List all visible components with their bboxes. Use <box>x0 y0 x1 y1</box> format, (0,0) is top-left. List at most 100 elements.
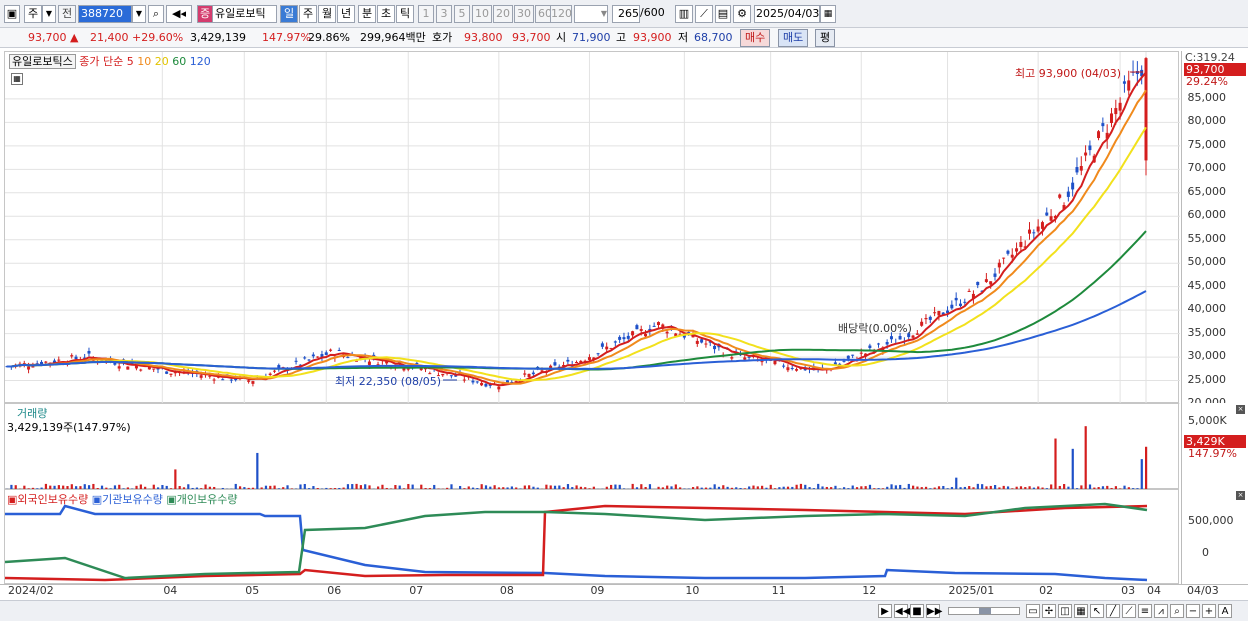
bottom-controls: ▶ ◀◀ ■ ▶▶ ▭ ✢ ◫ ▦ ↖ ╱ ⟋ ≡ ⩘ ⌕ − + A <box>0 600 1248 621</box>
line-icon[interactable]: ╱ <box>1106 604 1120 618</box>
period-day[interactable]: 일 <box>280 5 298 23</box>
candle-body <box>1006 250 1010 254</box>
candle-body <box>471 380 475 383</box>
ma10-line <box>7 89 1147 385</box>
period-year[interactable]: 년 <box>337 5 355 23</box>
candle-body <box>933 312 937 314</box>
quote-vol-pct: 147.97% <box>262 31 311 44</box>
candle-body <box>441 373 445 376</box>
date-input[interactable]: 2025/04/03 <box>754 5 820 23</box>
period-month[interactable]: 월 <box>318 5 336 23</box>
inst-line <box>5 504 1148 582</box>
candle-body <box>475 381 479 383</box>
num-5[interactable]: 5 <box>454 5 470 23</box>
prev-button[interactable]: 전 <box>58 5 76 23</box>
volume-bar <box>1054 438 1057 490</box>
rewind-icon[interactable]: ◀◀ <box>894 604 910 618</box>
candle-body <box>1088 145 1092 151</box>
toolbar: ▣ 주 ▼ 전 388720 ▼ ⌕ ◀◂ 증 유일로보틱 일 주 월 년 분 … <box>0 0 1248 28</box>
num-20[interactable]: 20 <box>493 5 513 23</box>
play-icon[interactable]: ▶ <box>878 604 892 618</box>
num-10[interactable]: 10 <box>472 5 492 23</box>
close-icon[interactable]: × <box>1236 491 1245 500</box>
candle-body <box>1114 108 1118 115</box>
candle-body <box>631 331 635 336</box>
holding-axis: 500,000 0 × <box>1181 489 1248 584</box>
period-week[interactable]: 주 <box>299 5 317 23</box>
candle-body <box>1015 248 1019 252</box>
candle-body <box>268 373 272 376</box>
num-120[interactable]: 120 <box>550 5 572 23</box>
volume-tick: 5,000K <box>1188 414 1227 427</box>
price-tick: 45,000 <box>1187 278 1227 292</box>
candle-body <box>152 368 156 370</box>
candle-body <box>889 336 893 340</box>
x-tick-label: 02 <box>1039 584 1054 597</box>
code-input[interactable]: 388720 <box>78 5 132 23</box>
code-dropdown-icon[interactable]: ▼ <box>132 5 146 23</box>
zoom-rect-icon[interactable]: ▭ <box>1026 604 1040 618</box>
price-chart-panel[interactable]: 유일로보틱스 종가 단순 5 10 20 60 120 ▦ 최고 93,900 … <box>4 51 1180 404</box>
stop-icon[interactable]: ■ <box>910 604 924 618</box>
cross-icon[interactable]: ✢ <box>1042 604 1056 618</box>
candle-type-icon[interactable]: ▥ <box>675 5 693 23</box>
candle-body <box>1040 222 1044 229</box>
scroll-slider[interactable] <box>948 607 1020 615</box>
eval-button[interactable]: 평 <box>815 29 836 47</box>
quote-change-pct: +29.60% <box>132 31 184 44</box>
speaker-icon[interactable]: ◀◂ <box>166 5 192 23</box>
candle-body <box>937 310 941 316</box>
quote-bar: 93,700 ▲ 21,400 +29.60% 3,429,139 147.97… <box>0 28 1248 48</box>
x-right-label: 04/03 <box>1187 584 1219 597</box>
candle-body <box>1058 194 1062 198</box>
fib-icon[interactable]: ≡ <box>1138 604 1152 618</box>
arrow-icon[interactable]: ↖ <box>1090 604 1104 618</box>
num-1[interactable]: 1 <box>418 5 434 23</box>
candle-body <box>251 381 255 384</box>
close-icon[interactable]: × <box>1236 405 1245 414</box>
table-icon[interactable]: ▦ <box>11 73 23 85</box>
forward-icon[interactable]: ▶▶ <box>926 604 942 618</box>
num-30[interactable]: 30 <box>514 5 534 23</box>
x-tick-label: 2025/01 <box>948 584 995 597</box>
market-dropdown-icon[interactable]: ▼ <box>42 5 56 23</box>
count-input[interactable]: 265 <box>612 5 640 23</box>
candle-body <box>74 356 78 360</box>
x-tick-label: 06 <box>327 584 342 597</box>
num-3[interactable]: 3 <box>436 5 452 23</box>
count-total: /600 <box>640 6 665 19</box>
candle-body <box>1097 131 1101 139</box>
candle-body <box>566 359 570 362</box>
period-minute[interactable]: 분 <box>358 5 376 23</box>
volume-chart-svg <box>6 426 1148 490</box>
indicator-icon[interactable]: ⟋ <box>695 5 713 23</box>
market-select[interactable]: 주 <box>24 5 42 23</box>
trend-icon[interactable]: ⟋ <box>1122 604 1136 618</box>
custom-period-select[interactable]: ▼ <box>574 5 608 23</box>
window-icon[interactable]: ▣ <box>4 5 20 23</box>
quote-low: 68,700 <box>694 31 733 44</box>
grid-icon[interactable]: ▦ <box>1074 604 1088 618</box>
zoom-in-icon[interactable]: + <box>1202 604 1216 618</box>
fan-icon[interactable]: ⩘ <box>1154 604 1168 618</box>
zoom-icon[interactable]: ⌕ <box>1170 604 1184 618</box>
font-icon[interactable]: A <box>1218 604 1232 618</box>
buy-button[interactable]: 매수 <box>740 29 771 47</box>
search-icon[interactable]: ⌕ <box>148 5 164 23</box>
candle-body <box>126 366 130 370</box>
calendar-icon[interactable]: ▦ <box>820 5 836 23</box>
ma10-label: 10 <box>137 55 152 68</box>
period-tick[interactable]: 틱 <box>396 5 414 23</box>
zoom-out-icon[interactable]: − <box>1186 604 1200 618</box>
candle-body <box>139 369 143 371</box>
x-tick-label: 2024/02 <box>8 584 54 597</box>
save-icon[interactable]: ▤ <box>715 5 731 23</box>
period-second[interactable]: 초 <box>377 5 395 23</box>
gear-icon[interactable]: ⚙ <box>733 5 751 23</box>
volume-panel[interactable]: 거래량 3,429,139주(147.97%) <box>4 403 1179 490</box>
legend-indiv-label: 개인보유수량 <box>176 493 238 506</box>
holding-panel[interactable]: ▣외국인보유수량 ▣기관보유수량 ▣개인보유수량 <box>4 489 1179 584</box>
candle-body <box>704 343 708 345</box>
data-icon[interactable]: ◫ <box>1058 604 1072 618</box>
sell-button[interactable]: 매도 <box>778 29 809 47</box>
